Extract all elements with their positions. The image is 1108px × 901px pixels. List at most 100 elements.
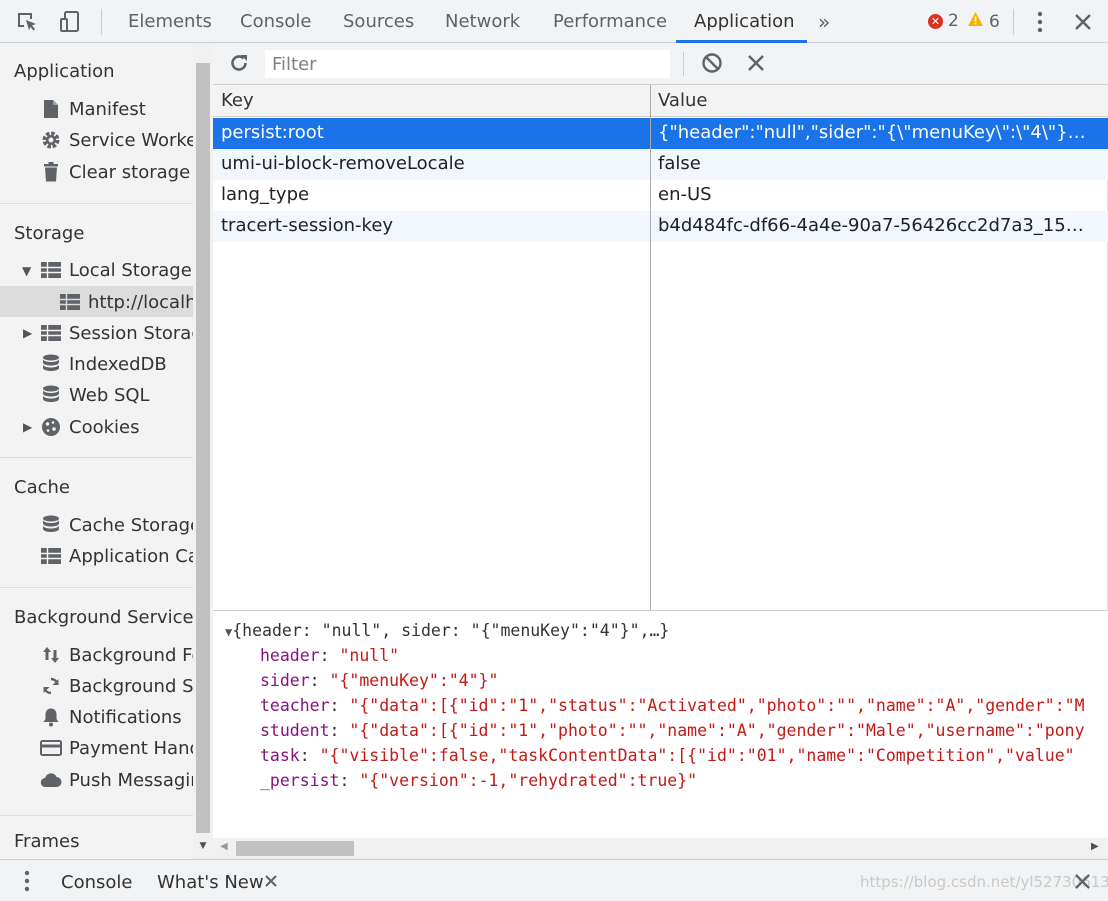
row-value[interactable]: {"header":"null","sider":"{\"menuKey\":\… — [658, 122, 1088, 143]
table-icon — [40, 322, 62, 344]
delete-selected-icon[interactable] — [742, 49, 770, 77]
filter-input[interactable] — [265, 50, 670, 78]
more-options-icon[interactable] — [1026, 8, 1054, 36]
section-title-background-services: Background Services — [14, 607, 204, 628]
scroll-right-arrow-icon[interactable]: ▶ — [1091, 841, 1099, 852]
row-value[interactable]: b4d484fc-df66-4a4e-90a7-56426cc2d7a3_157… — [658, 215, 1088, 236]
sidebar-item-payment-handler[interactable]: Payment Handler — [40, 733, 193, 763]
row-value[interactable]: false — [658, 153, 1088, 174]
bell-icon — [40, 706, 62, 728]
sidebar-item-localhost-origin[interactable]: http://localhost:8000 — [59, 287, 193, 317]
scroll-left-arrow-icon[interactable]: ◀ — [220, 841, 228, 852]
preview-field: task: "{"visible":false,"taskContentData… — [260, 746, 1075, 765]
sidebar-item-cookies[interactable]: Cookies — [40, 412, 139, 442]
preview-field: header: "null" — [260, 646, 400, 665]
gear-icon — [40, 129, 62, 151]
expanded-arrow-icon[interactable]: ▼ — [22, 264, 31, 278]
error-count: 2 — [948, 11, 959, 31]
sidebar-item-clear-storage[interactable]: Clear storage — [40, 157, 190, 187]
row-key[interactable]: lang_type — [221, 184, 641, 205]
close-devtools-icon[interactable] — [1069, 8, 1097, 36]
document-icon — [40, 98, 62, 120]
drawer-menu-icon[interactable] — [13, 867, 41, 895]
table-row[interactable]: tracert-session-key b4d484fc-df66-4a4e-9… — [213, 211, 1108, 242]
sidebar-item-label: http://localhost:8000 — [88, 291, 193, 313]
sidebar-item-label: Background Sync — [69, 675, 193, 697]
scroll-down-arrow-icon[interactable]: ▼ — [196, 839, 210, 853]
sidebar-item-indexeddb[interactable]: IndexedDB — [40, 349, 167, 379]
tab-elements[interactable]: Elements — [128, 0, 212, 43]
drawer-tab-whats-new[interactable]: What's New — [157, 872, 264, 893]
sidebar-item-label: Payment Handler — [69, 737, 193, 759]
column-resizer[interactable] — [650, 85, 651, 610]
object-summary[interactable]: ▼{header: "null", sider: "{"menuKey":"4"… — [225, 621, 669, 640]
sidebar-item-manifest[interactable]: Manifest — [40, 94, 146, 124]
more-tabs-button[interactable]: » — [818, 0, 830, 43]
sidebar-item-label: Cache Storage — [69, 514, 202, 536]
sidebar-item-service-workers[interactable]: Service Workers — [40, 125, 193, 155]
collapsed-arrow-icon[interactable]: ▶ — [23, 326, 32, 340]
sidebar-item-cache-storage[interactable]: Cache Storage — [40, 510, 201, 540]
table-row[interactable]: lang_type en-US — [213, 180, 1108, 211]
inspect-element-icon[interactable] — [13, 8, 41, 36]
row-value[interactable]: en-US — [658, 184, 1088, 205]
table-row[interactable]: persist:root {"header":"null","sider":"{… — [213, 118, 1108, 149]
trash-icon — [40, 161, 62, 183]
column-header-value[interactable]: Value — [658, 90, 707, 111]
row-key[interactable]: umi-ui-block-removeLocale — [221, 153, 641, 174]
sidebar-item-label: Local Storage — [69, 259, 192, 281]
watermark-text: https://blog.csdn.net/yl52730613 — [860, 873, 1108, 891]
column-header-key[interactable]: Key — [221, 90, 254, 111]
preview-field: sider: "{"menuKey":"4"}" — [260, 671, 499, 690]
tab-application[interactable]: Application — [694, 0, 795, 43]
sidebar-item-background-fetch[interactable]: Background Fetch — [40, 640, 193, 670]
tab-console[interactable]: Console — [240, 0, 311, 43]
device-toolbar-icon[interactable] — [56, 8, 84, 36]
up-down-arrows-icon — [40, 644, 62, 666]
tab-performance[interactable]: Performance — [553, 0, 667, 43]
row-key[interactable]: persist:root — [221, 122, 641, 143]
drawer-tab-console[interactable]: Console — [61, 872, 132, 893]
table-header: Key Value — [213, 85, 1108, 117]
devtools-toolbar: Elements Console Sources Network Perform… — [0, 0, 1108, 43]
sidebar-item-label: Service Workers — [69, 129, 193, 151]
sidebar-item-label: IndexedDB — [69, 353, 167, 375]
sidebar-item-notifications[interactable]: Notifications — [40, 702, 182, 732]
sidebar-item-background-sync[interactable]: Background Sync — [40, 671, 193, 701]
sidebar-item-push-messaging[interactable]: Push Messaging — [40, 765, 193, 795]
preview-horizontal-scrollbar[interactable]: ◀ ▶ — [213, 838, 1108, 859]
table-icon — [59, 291, 81, 313]
sidebar-item-session-storage[interactable]: Session Storage — [40, 318, 193, 348]
sidebar-item-local-storage[interactable]: Local Storage — [40, 255, 192, 285]
sidebar-item-web-sql[interactable]: Web SQL — [40, 380, 150, 410]
sidebar-item-label: Web SQL — [69, 384, 150, 406]
sidebar-item-application-cache[interactable]: Application Cache — [40, 541, 193, 571]
row-key[interactable]: tracert-session-key — [221, 215, 641, 236]
preview-field: student: "{"data":[{"id":"1","photo":"",… — [260, 721, 1085, 740]
sidebar-item-label: Session Storage — [69, 322, 193, 344]
tab-network[interactable]: Network — [445, 0, 520, 43]
table-row[interactable]: umi-ui-block-removeLocale false — [213, 149, 1108, 180]
sidebar-item-label: Cookies — [69, 416, 140, 438]
sidebar-item-label: Push Messaging — [69, 769, 193, 791]
table-icon — [40, 545, 62, 567]
warning-count-badge[interactable]: 6 — [967, 11, 1000, 32]
horizontal-scrollbar-thumb[interactable] — [236, 841, 354, 856]
close-drawer-icon[interactable] — [1074, 873, 1091, 894]
section-title-frames: Frames — [14, 831, 80, 852]
database-icon — [40, 514, 62, 536]
sidebar-scrollbar-thumb[interactable] — [196, 63, 210, 833]
collapsed-arrow-icon[interactable]: ▶ — [23, 420, 32, 434]
warning-count: 6 — [989, 11, 1000, 32]
tab-sources[interactable]: Sources — [343, 0, 414, 43]
database-icon — [40, 353, 62, 375]
refresh-icon[interactable] — [225, 49, 253, 77]
clear-all-icon[interactable] — [698, 49, 726, 77]
storage-toolbar — [213, 43, 1108, 85]
cloud-icon — [40, 769, 62, 791]
error-count-badge[interactable]: ✕ 2 — [928, 11, 959, 31]
section-title-cache: Cache — [14, 477, 70, 498]
sidebar-item-label: Notifications — [69, 706, 182, 728]
close-tab-icon[interactable] — [265, 872, 277, 891]
section-title-application: Application — [14, 61, 115, 82]
